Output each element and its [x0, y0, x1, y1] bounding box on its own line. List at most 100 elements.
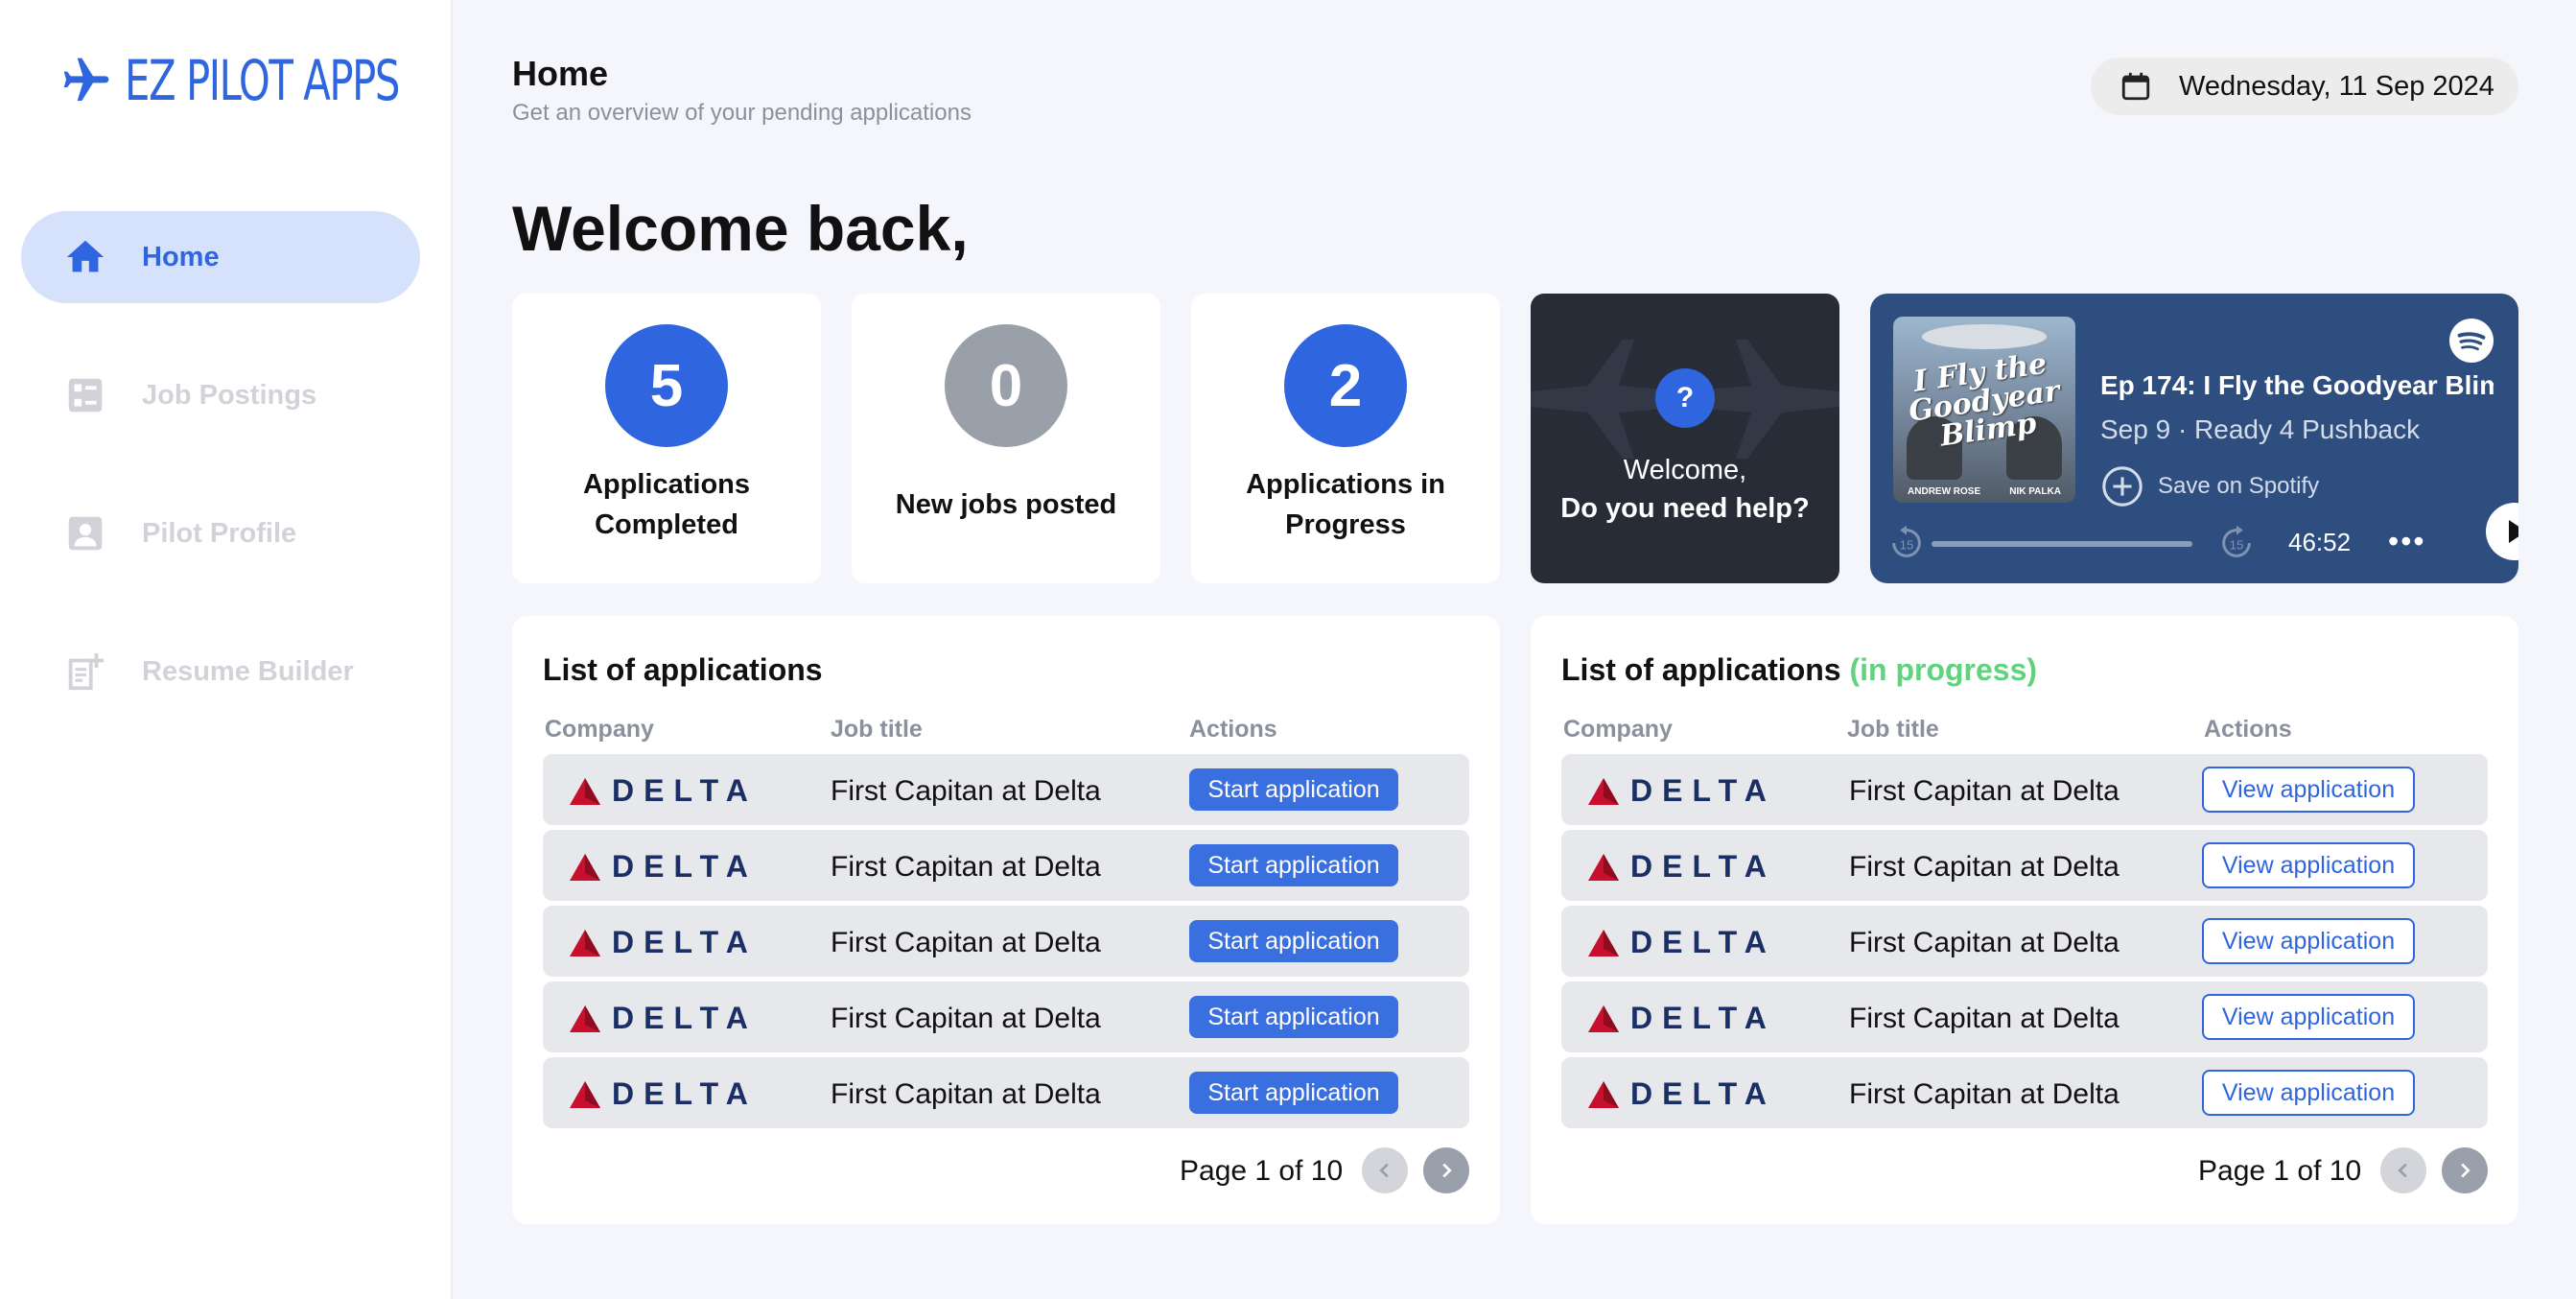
view-application-button[interactable]: View application [2202, 842, 2415, 888]
job-title: First Capitan at Delta [1849, 851, 2119, 883]
delta-logo: DELTA [568, 925, 758, 960]
company-name: DELTA [612, 1076, 758, 1111]
column-header-actions: Actions [1189, 716, 1277, 743]
delta-widget-icon [1588, 777, 1619, 805]
table-row[interactable]: DELTA First Capitan at Delta Start appli… [543, 1057, 1469, 1128]
delta-widget-icon [570, 853, 600, 881]
table-row[interactable]: DELTA First Capitan at Delta View applic… [1561, 1057, 2488, 1128]
start-application-button[interactable]: Start application [1189, 920, 1398, 962]
column-header-actions: Actions [2204, 716, 2292, 743]
stat-label: Applications Completed [582, 469, 750, 540]
play-icon [2509, 520, 2518, 543]
delta-logo: DELTA [1586, 773, 1776, 809]
panel-title-accent: (in progress) [1849, 652, 2038, 687]
job-title: First Capitan at Delta [831, 851, 1101, 883]
stat-card-in-progress[interactable]: 2 Applications in Progress [1191, 294, 1500, 583]
next-page-button[interactable] [1423, 1147, 1469, 1193]
company-name: DELTA [1630, 773, 1776, 808]
start-application-button[interactable]: Start application [1189, 768, 1398, 811]
spotify-logo-icon[interactable] [2449, 319, 2494, 363]
delta-widget-icon [1588, 929, 1619, 957]
view-application-button[interactable]: View application [2202, 918, 2415, 964]
job-title: First Capitan at Delta [1849, 1003, 2119, 1034]
delta-logo: DELTA [1586, 1076, 1776, 1112]
save-on-spotify-button[interactable]: Save on Spotify [2100, 464, 2319, 508]
delta-widget-icon [570, 1080, 600, 1108]
app-name: EZ PILOT APPS [125, 48, 400, 113]
next-page-button[interactable] [2442, 1147, 2488, 1193]
panel-title: List of applications (in progress) [1561, 652, 2037, 688]
more-options-icon[interactable]: ••• [2388, 524, 2426, 559]
sidebar-item-home[interactable]: Home [21, 211, 420, 303]
pagination-label: Page 1 of 10 [2198, 1155, 2362, 1187]
app-logo[interactable]: EZ PILOT APPS [59, 42, 505, 119]
spotify-player[interactable]: I Fly the Goodyear Blimp ANDREW ROSE NIK… [1870, 294, 2518, 583]
page-title: Home [512, 54, 609, 93]
view-application-button[interactable]: View application [2202, 994, 2415, 1040]
job-title: First Capitan at Delta [831, 927, 1101, 958]
applications-panel: List of applications Company Job title A… [512, 616, 1500, 1224]
delta-widget-icon [570, 1004, 600, 1032]
table-row[interactable]: DELTA First Capitan at Delta Start appli… [543, 906, 1469, 977]
table-row[interactable]: DELTA First Capitan at Delta View applic… [1561, 830, 2488, 901]
company-name: DELTA [1630, 849, 1776, 884]
table-row[interactable]: DELTA First Capitan at Delta View applic… [1561, 754, 2488, 825]
job-title: First Capitan at Delta [1849, 927, 2119, 958]
cover-names: ANDREW ROSE NIK PALKA [1893, 486, 2075, 497]
stat-value: 5 [605, 324, 728, 447]
stat-card-completed[interactable]: 5 Applications Completed [512, 294, 821, 583]
table-row[interactable]: DELTA First Capitan at Delta View applic… [1561, 981, 2488, 1052]
start-application-button[interactable]: Start application [1189, 1072, 1398, 1114]
stat-card-new-jobs[interactable]: 0 New jobs posted [852, 294, 1160, 583]
help-line-2: Do you need help? [1560, 493, 1810, 524]
start-application-button[interactable]: Start application [1189, 996, 1398, 1038]
view-application-button[interactable]: View application [2202, 1070, 2415, 1116]
view-application-button[interactable]: View application [2202, 767, 2415, 813]
date-text: Wednesday, 11 Sep 2024 [2179, 70, 2494, 102]
play-button[interactable] [2486, 503, 2518, 560]
previous-page-button[interactable] [1362, 1147, 1408, 1193]
skip-forward-icon[interactable]: 15 [2217, 524, 2256, 562]
delta-logo: DELTA [568, 1001, 758, 1036]
sidebar-item-label: Pilot Profile [142, 517, 297, 549]
panel-title-text: List of applications [1561, 652, 1841, 687]
table-row[interactable]: DELTA First Capitan at Delta Start appli… [543, 754, 1469, 825]
podcast-cover[interactable]: I Fly the Goodyear Blimp ANDREW ROSE NIK… [1893, 317, 2075, 503]
job-title: First Capitan at Delta [1849, 775, 2119, 807]
delta-logo: DELTA [568, 1076, 758, 1112]
table-row[interactable]: DELTA First Capitan at Delta Start appli… [543, 981, 1469, 1052]
page-subtitle: Get an overview of your pending applicat… [512, 100, 972, 126]
skip-back-seconds: 15 [1900, 538, 1914, 553]
sidebar-item-pilot-profile[interactable]: Pilot Profile [21, 487, 420, 579]
stat-label: New jobs posted [895, 489, 1117, 520]
sidebar-item-job-postings[interactable]: Job Postings [21, 349, 420, 441]
date-display[interactable]: Wednesday, 11 Sep 2024 [2091, 58, 2518, 115]
delta-widget-icon [1588, 1004, 1619, 1032]
job-title: First Capitan at Delta [831, 775, 1101, 807]
start-application-button[interactable]: Start application [1189, 844, 1398, 886]
skip-forward-seconds: 15 [2230, 538, 2244, 553]
calendar-icon [2121, 72, 2150, 101]
skip-back-icon[interactable]: 15 [1887, 524, 1926, 562]
progress-track[interactable] [1932, 541, 2192, 547]
sidebar-item-label: Resume Builder [142, 655, 354, 687]
episode-meta: Sep 9 · Ready 4 Pushback [2100, 414, 2421, 444]
stat-value: 2 [1284, 324, 1407, 447]
help-icon: ? [1655, 368, 1715, 428]
delta-logo: DELTA [1586, 1001, 1776, 1036]
pagination-label: Page 1 of 10 [1180, 1155, 1344, 1187]
episode-title[interactable]: Ep 174: I Fly the Goodyear Blimp [2100, 370, 2494, 401]
sidebar-item-resume-builder[interactable]: Resume Builder [21, 626, 420, 718]
table-row[interactable]: DELTA First Capitan at Delta Start appli… [543, 830, 1469, 901]
panel-title: List of applications [543, 652, 823, 687]
table-row[interactable]: DELTA First Capitan at Delta View applic… [1561, 906, 2488, 977]
chevron-left-icon [1379, 1163, 1389, 1178]
company-name: DELTA [1630, 1001, 1776, 1035]
help-card[interactable]: ? Welcome, Do you need help? [1531, 294, 1839, 583]
delta-logo: DELTA [568, 849, 758, 885]
job-title: First Capitan at Delta [831, 1078, 1101, 1110]
delta-widget-icon [1588, 1080, 1619, 1108]
cover-host-name: ANDREW ROSE [1908, 486, 1981, 497]
previous-page-button[interactable] [2380, 1147, 2426, 1193]
company-name: DELTA [612, 1001, 758, 1035]
